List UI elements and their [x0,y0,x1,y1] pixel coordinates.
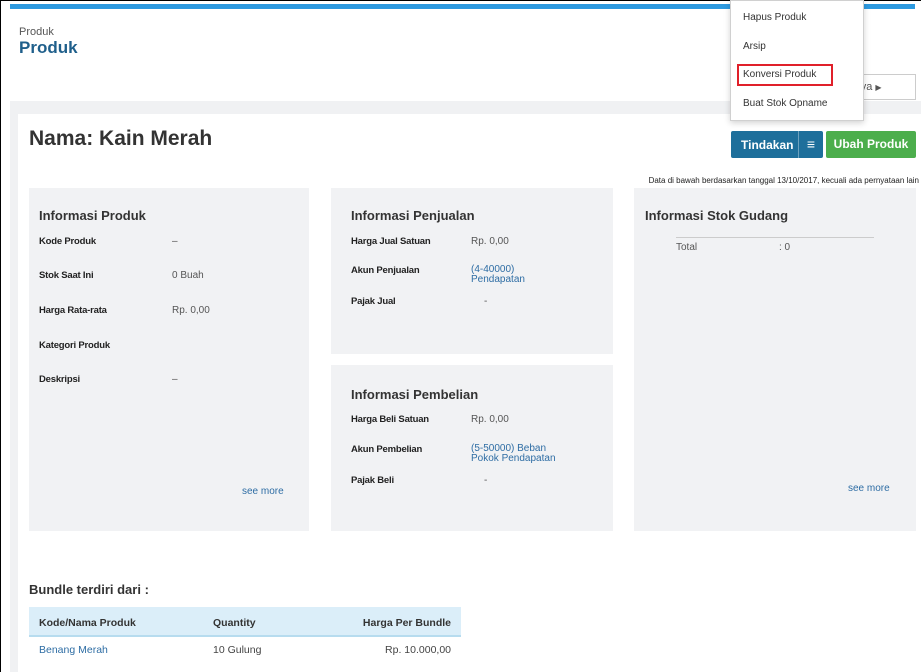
column-header-price: Harga Per Bundle [362,617,451,629]
tindakan-dropdown-menu: Hapus Produk Arsip Konversi Produk Buat … [730,0,864,121]
harga-rata-rata-value: Rp. 0,00 [172,305,210,316]
column-header-quantity: Quantity [213,617,256,629]
page-title: Produk [19,38,78,57]
menu-item-arsip[interactable]: Arsip [743,41,766,52]
menu-item-hapus-produk[interactable]: Hapus Produk [743,12,806,23]
stok-see-more-link[interactable]: see more [848,483,890,494]
kode-produk-label: Kode Produk [39,236,96,247]
column-header-product: Kode/Nama Produk [39,617,136,629]
stok-saat-ini-label: Stok Saat Ini [39,270,94,281]
akun-pembelian-line2: Pokok Pendapatan [471,453,556,464]
akun-penjualan-line2: Pendapatan [471,274,525,285]
pajak-jual-label: Pajak Jual [351,296,396,307]
menu-item-buat-stok-opname[interactable]: Buat Stok Opname [743,98,828,109]
tindakan-button[interactable]: Tindakan ≡ [731,131,823,158]
breadcrumb[interactable]: Produk [19,26,54,38]
product-name-title: Nama: Kain Merah [29,127,213,150]
info-stok-panel [634,188,916,531]
akun-penjualan-label: Akun Penjualan [351,265,420,276]
tindakan-label: Tindakan [741,138,794,152]
date-note: Data di bawah berdasarkan tanggal 13/10/… [648,176,919,185]
menu-item-konversi-produk[interactable]: Konversi Produk [743,69,816,80]
deskripsi-value: – [172,374,178,385]
pajak-jual-value: - [484,296,488,307]
harga-rata-rata-label: Harga Rata-rata [39,305,107,316]
kode-produk-value: – [172,236,178,247]
stok-divider [676,237,874,238]
pajak-beli-value: - [484,475,488,486]
harga-jual-satuan-value: Rp. 0,00 [471,236,509,247]
stok-total-label: Total [676,242,698,253]
stok-saat-ini-value: 0 Buah [172,270,204,281]
frame-border-left [0,0,1,672]
bundle-row-quantity: 10 Gulung [213,644,262,656]
info-produk-title: Informasi Produk [39,208,146,223]
harga-beli-satuan-label: Harga Beli Satuan [351,414,429,425]
info-penjualan-title: Informasi Penjualan [351,208,475,223]
deskripsi-label: Deskripsi [39,374,80,385]
bundle-title: Bundle terdiri dari : [29,582,149,597]
info-pembelian-title: Informasi Pembelian [351,387,479,402]
bundle-row-product-link[interactable]: Benang Merah [39,644,108,656]
akun-pembelian-label: Akun Pembelian [351,444,423,455]
kategori-produk-label: Kategori Produk [39,340,110,351]
akun-penjualan-link[interactable]: (4-40000) Pendapatan [471,265,525,285]
caret-right-icon: ▶ [875,83,882,92]
harga-jual-satuan-label: Harga Jual Satuan [351,236,431,247]
harga-beli-satuan-value: Rp. 0,00 [471,414,509,425]
ubah-produk-button[interactable]: Ubah Produk [826,131,916,158]
hamburger-icon[interactable]: ≡ [798,131,823,158]
akun-pembelian-link[interactable]: (5-50000) Beban Pokok Pendapatan [471,444,556,464]
stok-total-value: : 0 [779,242,791,253]
pajak-beli-label: Pajak Beli [351,475,394,486]
see-more-link[interactable]: see more [242,486,284,497]
info-stok-title: Informasi Stok Gudang [645,208,789,223]
bundle-row-price: Rp. 10.000,00 [385,644,451,656]
